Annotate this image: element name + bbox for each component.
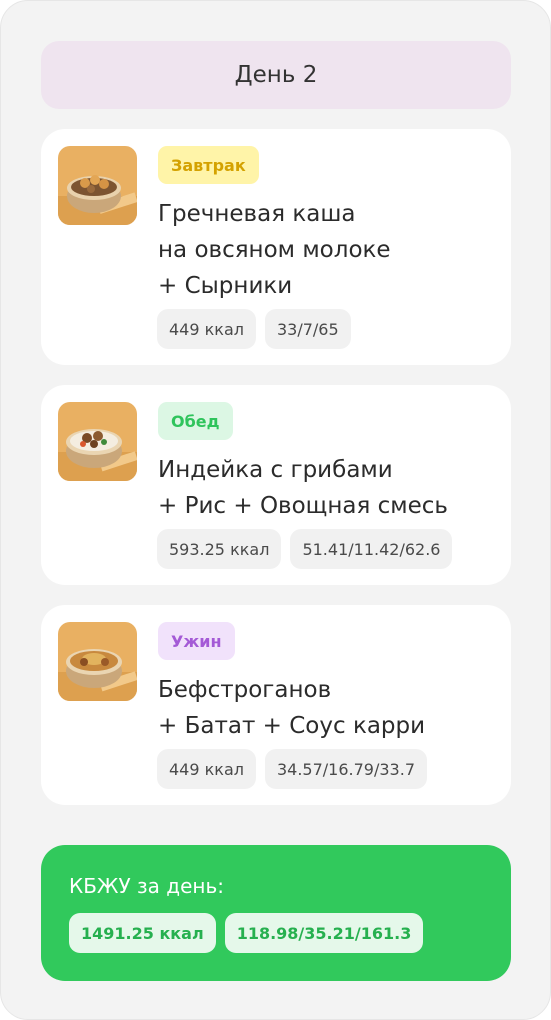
meal-title-line: + Батат + Соус карри <box>158 713 426 739</box>
daily-calories-pill: 1491.25 ккал <box>69 913 216 953</box>
lunch-dish-image <box>58 402 137 481</box>
meal-card-lunch[interactable]: Обед Индейка с грибами + Рис + Овощная с… <box>41 385 511 585</box>
calories-pill: 449 ккал <box>157 309 256 349</box>
meal-nutrition-dinner: 449 ккал 34.57/16.79/33.7 <box>157 749 427 789</box>
meal-type-badge-dinner: Ужин <box>158 622 235 660</box>
meal-title-line: + Рис + Овощная смесь <box>158 493 448 519</box>
meal-type-badge-breakfast: Завтрак <box>158 146 259 184</box>
meal-title-dinner: Бефстроганов + Батат + Соус карри <box>158 672 425 744</box>
meal-card-dinner[interactable]: Ужин Бефстроганов + Батат + Соус карри 4… <box>41 605 511 805</box>
meal-title-line: на овсяном молоке <box>158 237 391 263</box>
meal-title-line: Бефстроганов <box>158 677 332 703</box>
daily-summary-nutrition: 1491.25 ккал 118.98/35.21/161.3 <box>69 913 424 953</box>
day-title: День 2 <box>41 41 511 109</box>
macros-pill: 33/7/65 <box>264 309 351 349</box>
meal-nutrition-breakfast: 449 ккал 33/7/65 <box>157 309 351 349</box>
calories-pill: 449 ккал <box>157 749 256 789</box>
meal-nutrition-lunch: 593.25 ккал 51.41/11.42/62.6 <box>157 529 453 569</box>
meal-type-badge-lunch: Обед <box>158 402 233 440</box>
meal-card-breakfast[interactable]: Завтрак Гречневая каша на овсяном молоке… <box>41 129 511 365</box>
calories-pill: 593.25 ккал <box>157 529 282 569</box>
meal-title-line: Индейка с грибами <box>158 457 393 483</box>
dinner-dish-image <box>58 622 137 701</box>
meal-title-line: Гречневая каша <box>158 201 356 227</box>
macros-pill: 51.41/11.42/62.6 <box>290 529 453 569</box>
daily-summary-title: КБЖУ за день: <box>69 874 224 898</box>
breakfast-dish-image <box>58 146 137 225</box>
meal-title-lunch: Индейка с грибами + Рис + Овощная смесь <box>158 452 448 524</box>
day-menu-panel: День 2 Завтрак Гречневая каша на овсяном… <box>0 0 551 1020</box>
meal-title-line: + Сырники <box>158 273 293 299</box>
daily-macros-pill: 118.98/35.21/161.3 <box>224 913 424 953</box>
macros-pill: 34.57/16.79/33.7 <box>264 749 427 789</box>
daily-summary-card: КБЖУ за день: 1491.25 ккал 118.98/35.21/… <box>41 845 511 981</box>
meal-title-breakfast: Гречневая каша на овсяном молоке + Сырни… <box>158 196 391 304</box>
